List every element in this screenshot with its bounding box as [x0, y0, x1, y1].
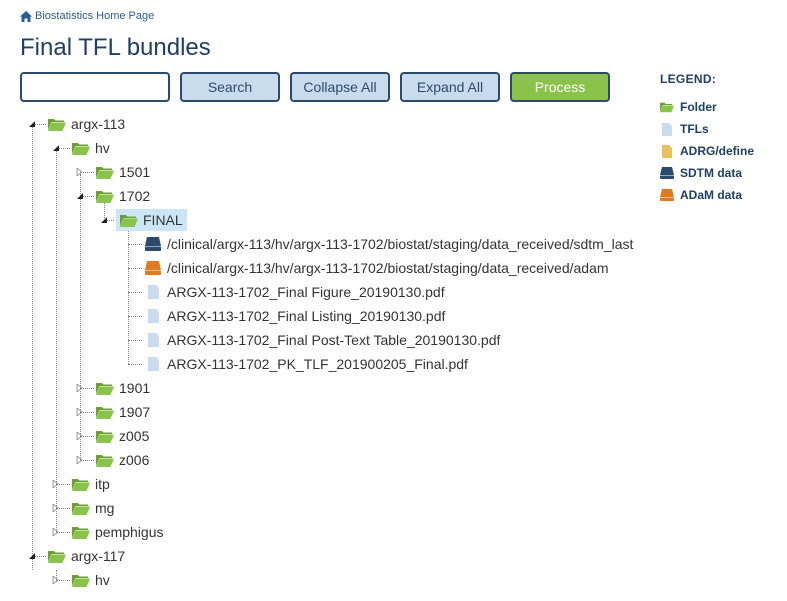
- tree-node-folder[interactable]: mg: [72, 498, 114, 518]
- file-icon: [144, 356, 162, 372]
- tree-connector: [128, 268, 142, 269]
- tree-connector: [56, 150, 57, 532]
- folder-icon: [96, 428, 114, 444]
- node-label: FINAL: [143, 212, 183, 228]
- collapse-toggle-icon[interactable]: [76, 192, 84, 200]
- node-label: ARGX-113-1702_Final Listing_20190130.pdf: [167, 308, 446, 324]
- file-tree: argx-113 hv 1501 1702 FINAL /clinical/ar…: [0, 112, 787, 601]
- node-label: ARGX-113-1702_Final Post-Text Table_2019…: [167, 332, 501, 348]
- tree-connector: [128, 340, 142, 341]
- folder-icon: [120, 212, 138, 228]
- tree-node-folder[interactable]: 1501: [96, 162, 150, 182]
- collapse-toggle-icon[interactable]: [52, 144, 60, 152]
- tree-node-file[interactable]: ARGX-113-1702_PK_TLF_201900205_Final.pdf: [144, 354, 468, 374]
- node-label: hv: [95, 140, 110, 156]
- process-button[interactable]: Process: [510, 72, 610, 102]
- search-input[interactable]: [20, 72, 170, 102]
- tree-node-folder[interactable]: z006: [96, 450, 149, 470]
- expand-toggle-icon[interactable]: [52, 528, 60, 536]
- tree-node-file[interactable]: ARGX-113-1702_Final Listing_20190130.pdf: [144, 306, 445, 326]
- folder-icon: [72, 524, 90, 540]
- collapse-toggle-icon[interactable]: [100, 216, 108, 224]
- tree-node-file[interactable]: ARGX-113-1702_Final Post-Text Table_2019…: [144, 330, 500, 350]
- tree-node-folder[interactable]: pemphigus: [72, 522, 164, 542]
- collapse-all-button[interactable]: Collapse All: [290, 72, 390, 102]
- collapse-toggle-icon[interactable]: [28, 552, 36, 560]
- node-label: itp: [95, 476, 110, 492]
- tree-node-folder[interactable]: 1702: [96, 186, 150, 206]
- collapse-toggle-icon[interactable]: [28, 120, 36, 128]
- tree-connector: [128, 292, 142, 293]
- folder-icon: [48, 548, 66, 564]
- node-label: ARGX-113-1702_PK_TLF_201900205_Final.pdf: [167, 356, 468, 372]
- file-icon: [144, 332, 162, 348]
- breadcrumb-label: Biostatistics Home Page: [35, 10, 155, 22]
- node-label: 1702: [119, 188, 151, 204]
- page-title: Final TFL bundles: [20, 34, 211, 61]
- tree-node-folder[interactable]: 1901: [96, 378, 150, 398]
- database-icon: [144, 236, 162, 252]
- legend-title: LEGEND:: [660, 72, 717, 86]
- node-label: argx-113: [71, 116, 126, 132]
- node-label: pemphigus: [95, 524, 164, 540]
- folder-icon: [96, 452, 114, 468]
- file-icon: [144, 308, 162, 324]
- folder-icon: [96, 380, 114, 396]
- database-icon: [144, 260, 162, 276]
- folder-icon: [96, 188, 114, 204]
- folder-icon: [96, 404, 114, 420]
- tree-node-folder[interactable]: hv: [72, 570, 110, 590]
- node-label: hv: [95, 572, 110, 588]
- tree-node-sdtm[interactable]: /clinical/argx-113/hv/argx-113-1702/bios…: [144, 234, 633, 254]
- node-label: /clinical/argx-113/hv/argx-113-1702/bios…: [167, 236, 634, 252]
- node-label: /clinical/argx-113/hv/argx-113-1702/bios…: [167, 260, 609, 276]
- expand-toggle-icon[interactable]: [52, 504, 60, 512]
- tree-connector: [80, 174, 81, 460]
- home-icon: [20, 10, 32, 22]
- node-label: z006: [119, 452, 150, 468]
- tree-node-file[interactable]: ARGX-113-1702_Final Figure_20190130.pdf: [144, 282, 445, 302]
- folder-icon: [96, 164, 114, 180]
- expand-toggle-icon[interactable]: [76, 432, 84, 440]
- node-label: mg: [95, 500, 115, 516]
- tree-connector: [128, 364, 142, 365]
- tree-node-folder[interactable]: z005: [96, 426, 149, 446]
- node-label: 1907: [119, 404, 151, 420]
- expand-toggle-icon[interactable]: [52, 576, 60, 584]
- tree-connector: [32, 126, 33, 570]
- tree-node-folder[interactable]: 1907: [96, 402, 150, 422]
- node-label: 1901: [119, 380, 151, 396]
- folder-icon: [72, 140, 90, 156]
- expand-toggle-icon[interactable]: [76, 408, 84, 416]
- expand-toggle-icon[interactable]: [52, 480, 60, 488]
- expand-all-button[interactable]: Expand All: [400, 72, 500, 102]
- tree-node-folder-selected[interactable]: FINAL: [116, 209, 187, 231]
- folder-icon: [48, 116, 66, 132]
- tree-node-folder[interactable]: argx-117: [48, 546, 125, 566]
- tree-connector: [128, 244, 142, 245]
- node-label: z005: [119, 428, 150, 444]
- tree-node-folder[interactable]: argx-113: [48, 114, 125, 134]
- file-icon: [144, 284, 162, 300]
- node-label: ARGX-113-1702_Final Figure_20190130.pdf: [167, 284, 445, 300]
- node-label: 1501: [119, 164, 151, 180]
- expand-toggle-icon[interactable]: [76, 456, 84, 464]
- expand-toggle-icon[interactable]: [76, 384, 84, 392]
- folder-icon: [72, 500, 90, 516]
- folder-icon: [72, 572, 90, 588]
- tree-node-adam[interactable]: /clinical/argx-113/hv/argx-113-1702/bios…: [144, 258, 609, 278]
- expand-toggle-icon[interactable]: [76, 168, 84, 176]
- tree-node-folder[interactable]: itp: [72, 474, 110, 494]
- tree-node-folder[interactable]: hv: [72, 138, 110, 158]
- tree-connector: [128, 316, 142, 317]
- breadcrumb-home-link[interactable]: Biostatistics Home Page: [20, 10, 154, 22]
- folder-icon: [72, 476, 90, 492]
- node-label: argx-117: [71, 548, 126, 564]
- search-button[interactable]: Search: [180, 72, 280, 102]
